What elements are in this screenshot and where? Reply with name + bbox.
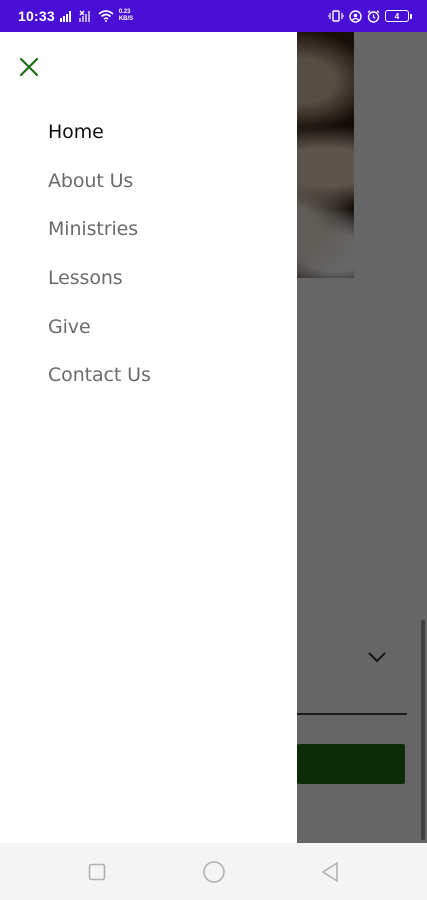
wifi-icon	[98, 10, 114, 22]
drawer-scrim[interactable]	[297, 32, 427, 843]
navigation-drawer: Home About Us Ministries Lessons Give Co…	[0, 32, 297, 843]
home-button[interactable]	[174, 843, 254, 900]
battery-level: 4	[394, 11, 400, 21]
location-icon	[349, 9, 362, 23]
menu-item-home[interactable]: Home	[48, 108, 151, 157]
triangle-back-icon	[322, 861, 338, 882]
drawer-menu: Home About Us Ministries Lessons Give Co…	[48, 108, 151, 400]
alarm-icon	[367, 9, 380, 23]
vibrate-icon	[328, 10, 344, 22]
menu-item-contact-us[interactable]: Contact Us	[48, 351, 151, 400]
status-bar: 10:33 0.23 KB/S 4	[0, 0, 427, 32]
status-left: 10:33 0.23 KB/S	[18, 8, 133, 24]
system-nav-bar	[0, 843, 427, 900]
network-speed: 0.23 KB/S	[119, 9, 133, 23]
network-speed-unit: KB/S	[118, 16, 134, 22]
close-icon	[19, 57, 39, 77]
menu-item-ministries[interactable]: Ministries	[48, 205, 151, 254]
circle-icon	[203, 860, 225, 883]
signal-icon	[59, 11, 71, 22]
menu-item-lessons[interactable]: Lessons	[48, 254, 151, 303]
signal-no-service-icon	[78, 10, 90, 22]
menu-item-about-us[interactable]: About Us	[48, 157, 151, 206]
network-speed-value: 0.23	[118, 9, 131, 15]
status-time: 10:33	[18, 8, 55, 24]
close-button[interactable]	[14, 52, 44, 82]
status-right: 4	[328, 9, 412, 23]
battery-icon: 4	[385, 10, 412, 22]
back-button[interactable]	[290, 843, 370, 900]
menu-item-give[interactable]: Give	[48, 302, 151, 351]
square-icon	[88, 863, 106, 880]
recents-button[interactable]	[57, 843, 137, 900]
